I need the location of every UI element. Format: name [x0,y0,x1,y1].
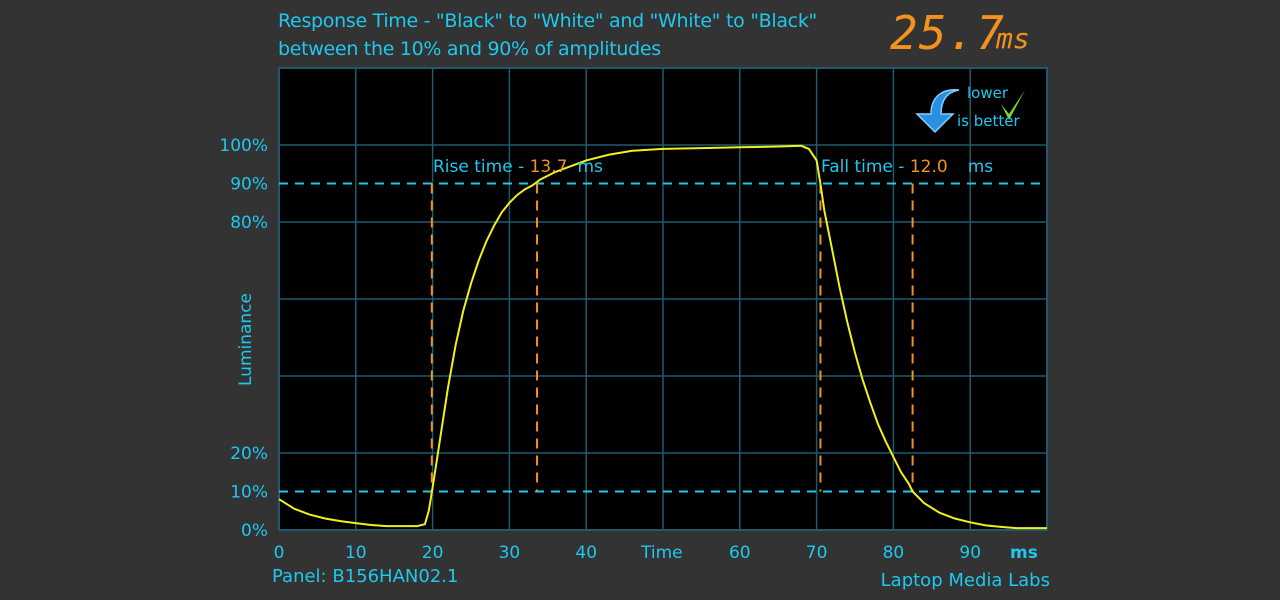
brand-label: Laptop Media Labs [880,570,1050,591]
rise-time-unit: ms [577,157,603,177]
x-tick-label: 70 [806,543,828,563]
y-tick-label: 20% [230,444,268,464]
y-tick-label: 90% [230,175,268,195]
x-tick-label: 10 [345,543,367,563]
y-axis-label: Luminance [236,293,256,386]
x-tick-label: 0 [274,543,285,563]
panel-model: Panel: B156HAN02.1 [272,566,459,587]
x-tick-label: 90 [959,543,981,563]
badge-text-better: is better [957,112,1020,130]
x-tick-label: 40 [575,543,597,563]
x-tick-label: 80 [883,543,905,563]
response-time-chart: 0% 10% 20% 80% 90% 100% 0 10 20 30 40 60 70 80 90 Tim… [219,67,1048,563]
fall-time-value: 12.0 [910,157,948,177]
rise-time-label: Rise time - [433,157,530,177]
x-tick-label: 30 [499,543,521,563]
x-tick-labels: 0 10 20 30 40 60 70 80 90 [274,543,981,563]
curved-down-arrow-icon [915,89,960,134]
rise-time-value: 13.7 [530,157,568,177]
badge-text-lower: lower [967,84,1009,102]
x-tick-label: 20 [422,543,444,563]
fall-time-annotation: Fall time - 12.0 ms [821,157,993,177]
y-tick-label: 10% [230,483,268,503]
x-tick-label: 60 [729,543,751,563]
y-tick-label: 80% [230,213,268,233]
fall-time-label: Fall time - [821,157,910,177]
lower-is-better-badge: lower is better [905,80,1035,140]
y-tick-label: 0% [241,521,268,541]
x-axis-label: Time [640,543,683,563]
rise-time-annotation: Rise time - 13.7 ms [433,157,603,177]
fall-time-unit: ms [968,157,994,177]
x-axis-unit: ms [1010,543,1038,563]
y-tick-label: 100% [219,136,268,156]
